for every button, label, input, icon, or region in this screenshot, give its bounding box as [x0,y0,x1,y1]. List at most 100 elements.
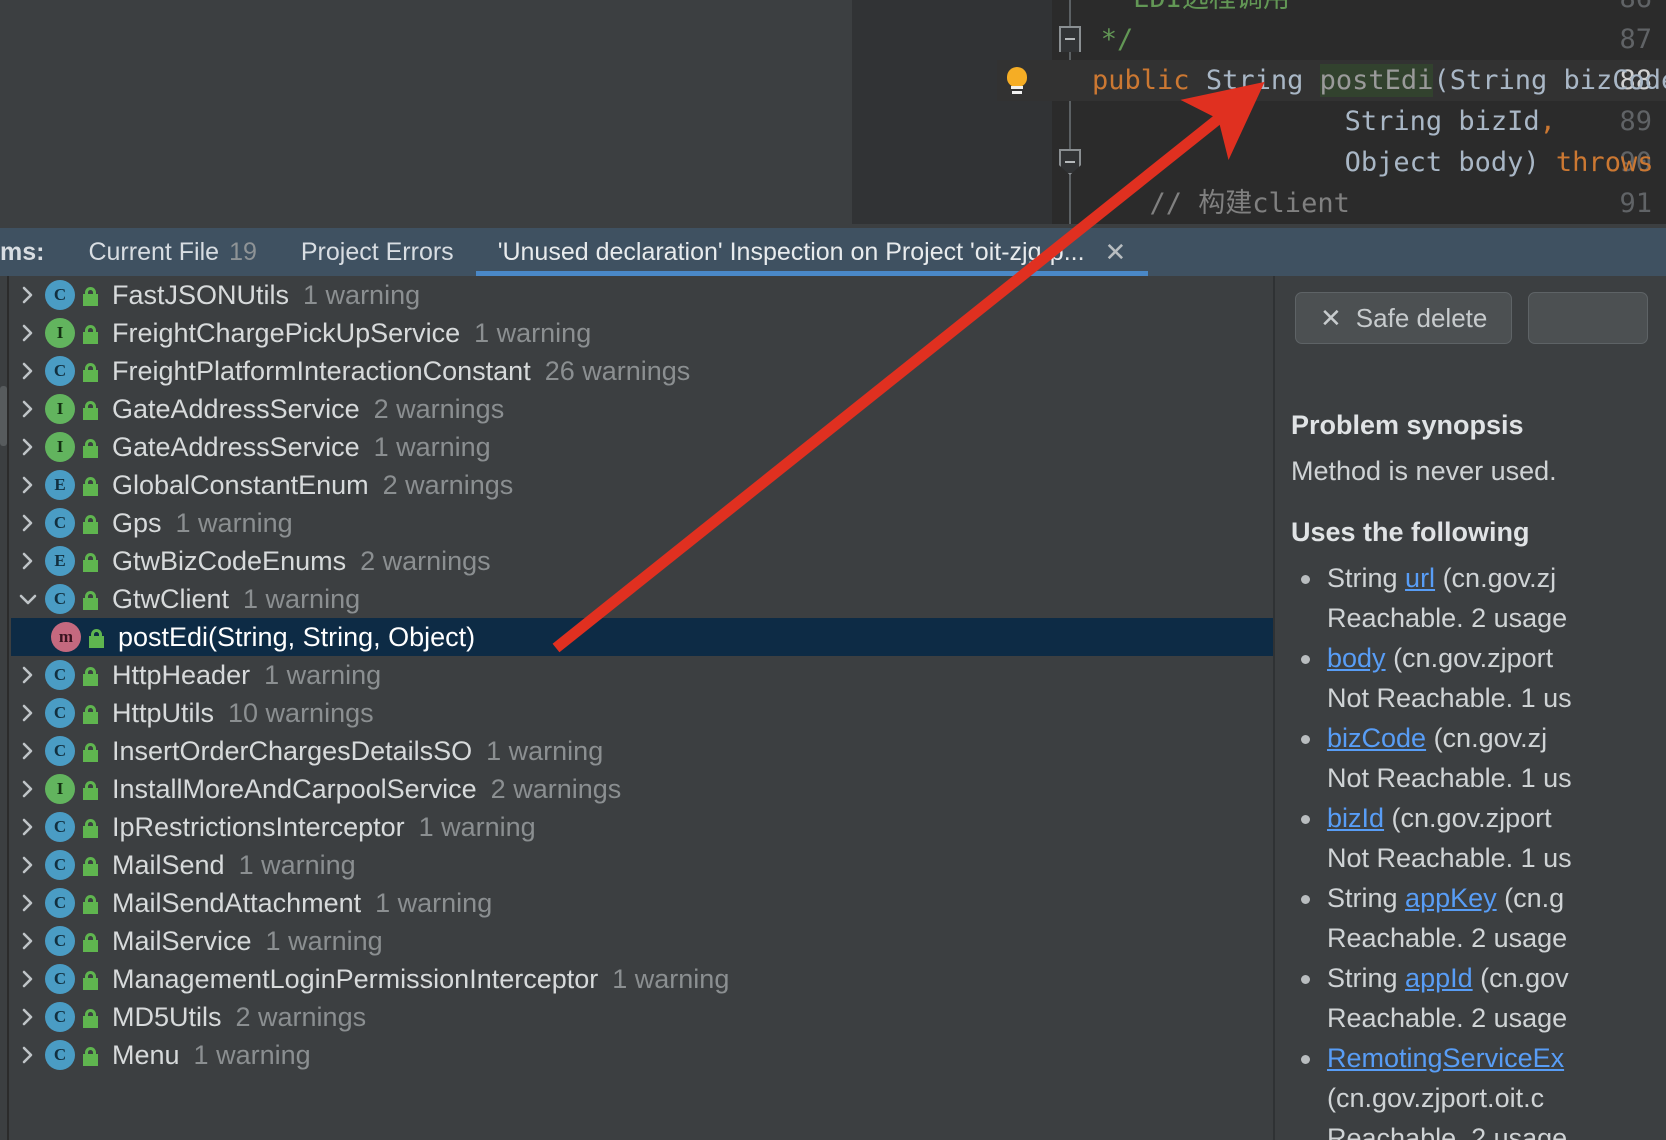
chevron-right-icon[interactable] [11,663,45,687]
list-item[interactable]: String url (cn.gov.zj [1291,558,1666,598]
tab-unused-declaration-inspection[interactable]: 'Unused declaration' Inspection on Proje… [475,228,1149,276]
visibility-public-lock-icon [80,929,102,953]
tree-item-label: GateAddressService [112,431,360,462]
bullet-icon [1301,735,1310,744]
chevron-right-icon[interactable] [11,359,45,383]
table-row[interactable]: C Gps 1 warning [11,504,1273,542]
chevron-right-icon[interactable] [11,891,45,915]
use-link[interactable]: url [1405,563,1435,593]
table-row[interactable]: E GtwBizCodeEnums 2 warnings [11,542,1273,580]
table-row[interactable]: C MailSendAttachment 1 warning [11,884,1273,922]
list-item[interactable]: String appId (cn.gov [1291,958,1666,998]
use-link[interactable]: bizId [1327,803,1384,833]
tree-item-label: MailSendAttachment [112,887,362,918]
chevron-down-icon[interactable] [11,591,45,607]
chevron-right-icon[interactable] [11,777,45,801]
table-row[interactable]: C FastJSONUtils 1 warning [11,276,1273,314]
table-row[interactable]: I FreightChargePickUpService 1 warning [11,314,1273,352]
use-link[interactable]: RemotingServiceEx [1327,1043,1564,1073]
table-row[interactable]: C ManagementLoginPermissionInterceptor 1 w… [11,960,1273,998]
table-row[interactable]: I GateAddressService 1 warning [11,428,1273,466]
use-qualifier: (cn.gov [1472,963,1569,993]
left-gutter-rail [0,276,9,1140]
close-icon[interactable]: ✕ [1105,239,1127,265]
use-link[interactable]: appKey [1405,883,1497,913]
secondary-action-button[interactable] [1528,292,1649,344]
tree-row-selected[interactable]: m postEdi(String, String, Object) [11,618,1273,656]
warning-count-label: 1 warning [243,583,361,614]
use-link[interactable]: bizCode [1327,723,1426,753]
chevron-right-icon[interactable] [11,283,45,307]
chevron-right-icon[interactable] [11,511,45,535]
class-icon: C [45,812,75,842]
table-row[interactable]: I GateAddressService 2 warnings [11,390,1273,428]
use-qualifier: (cn.gov.zj [1435,563,1557,593]
line-number: 91 [1619,188,1652,219]
chevron-right-icon[interactable] [11,929,45,953]
tree-item-label: GtwClient [112,583,230,614]
chevron-right-icon[interactable] [11,967,45,991]
chevron-right-icon[interactable] [11,815,45,839]
use-qualifier: (cn.gov.zjport [1385,643,1554,673]
details-toolbar[interactable]: ✕ Safe delete [1273,292,1649,350]
intention-bulb-icon[interactable] [1004,67,1030,95]
visibility-public-lock-icon [80,587,102,611]
table-row[interactable]: C MailSend 1 warning [11,846,1273,884]
use-link[interactable]: appId [1405,963,1473,993]
warning-count-label: 1 warning [265,925,383,956]
chevron-right-icon[interactable] [11,1005,45,1029]
warning-count-label: 1 warning [418,811,536,842]
warning-count-label: 26 warnings [544,355,691,386]
table-row[interactable]: C MailService 1 warning [11,922,1273,960]
table-row[interactable]: E GlobalConstantEnum 2 warnings [11,466,1273,504]
table-row[interactable]: C MD5Utils 2 warnings [11,998,1273,1036]
tree-item-label: ManagementLoginPermissionInterceptor [112,963,599,994]
warning-count-label: 2 warnings [382,469,514,500]
chevron-right-icon[interactable] [11,739,45,763]
list-item[interactable]: RemotingServiceEx [1291,1038,1666,1078]
table-row[interactable]: I InstallMoreAndCarpoolService 2 warnings [11,770,1273,808]
safe-delete-button[interactable]: ✕ Safe delete [1295,292,1513,344]
use-link[interactable]: body [1327,643,1386,673]
tab-project-errors[interactable]: Project Errors [279,228,476,276]
warning-count-label: 1 warning [303,279,421,310]
list-item[interactable]: bizCode (cn.gov.zj [1291,718,1666,758]
list-item[interactable]: bizId (cn.gov.zjport [1291,798,1666,838]
table-row[interactable]: C IpRestrictionsInterceptor 1 warning [11,808,1273,846]
list-item[interactable]: String appKey (cn.g [1291,878,1666,918]
chevron-right-icon[interactable] [11,549,45,573]
chevron-right-icon[interactable] [11,473,45,497]
chevron-right-icon[interactable] [11,1043,45,1067]
inspection-results-tree[interactable]: C FastJSONUtils 1 warning I FreightChargePic… [11,276,1273,1140]
list-item[interactable]: body (cn.gov.zjport [1291,638,1666,678]
tree-item-label: Gps [112,507,162,538]
use-reachability-2: Reachable. 2 usage [1327,1123,1568,1140]
tree-item-label: GlobalConstantEnum [112,469,369,500]
editor-fold-column[interactable] [997,0,1081,224]
chevron-right-icon[interactable] [11,397,45,421]
bullet-icon [1301,975,1310,984]
table-row[interactable]: C HttpUtils 10 warnings [11,694,1273,732]
inspection-results-tab-bar[interactable]: ms: Current File 19 Project Errors 'Unus… [0,228,1666,276]
use-prefix: String [1327,963,1406,993]
interface-icon: I [45,432,75,462]
chevron-right-icon[interactable] [11,435,45,459]
chevron-right-icon[interactable] [11,701,45,725]
table-row[interactable]: C HttpHeader 1 warning [11,656,1273,694]
table-row[interactable]: C InsertOrderChargesDetailsSO 1 warning [11,732,1273,770]
table-row[interactable]: C FreightPlatformInteractionConstant 26 wa… [11,352,1273,390]
chevron-right-icon[interactable] [11,853,45,877]
chevron-right-icon[interactable] [11,321,45,345]
bullet-icon [1301,815,1310,824]
code-editor[interactable]: 86 87 88 89 90 91 * EDI远程调用 */ public St… [852,0,1666,224]
tab-current-file[interactable]: Current File 19 [66,228,278,276]
table-row[interactable]: C Menu 1 warning [11,1036,1273,1074]
tree-item-label: Menu [112,1039,180,1070]
table-row[interactable]: C GtwClient 1 warning [11,580,1273,618]
use-reachability: Not Reachable. 1 us [1327,843,1572,873]
editor-gutter[interactable] [852,0,997,224]
warning-count-label: 2 warnings [373,393,505,424]
scrollbar-thumb[interactable] [0,386,7,446]
use-reachability: Not Reachable. 1 us [1327,683,1572,713]
visibility-public-lock-icon [80,663,102,687]
